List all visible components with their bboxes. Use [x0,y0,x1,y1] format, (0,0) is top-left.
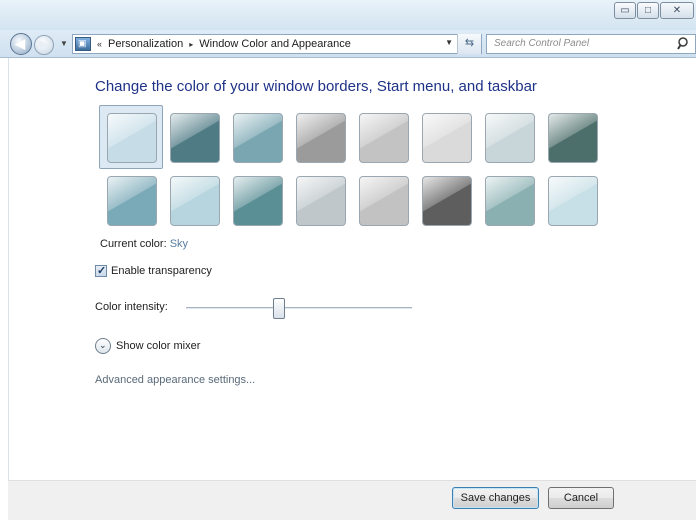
current-color-label: Current color: [100,238,167,250]
color-swatch[interactable] [107,113,157,163]
breadcrumb-overflow-icon[interactable]: « [97,39,102,49]
page-title: Change the color of your window borders,… [95,78,537,95]
color-intensity-label: Color intensity: [95,301,168,313]
color-swatch[interactable] [233,113,283,163]
color-intensity-slider-thumb[interactable] [272,298,285,319]
color-swatch[interactable] [170,176,220,226]
minimize-button[interactable]: ▭ [614,2,636,19]
color-swatch[interactable] [296,113,346,163]
forward-arrow-icon: ▶ [39,37,49,51]
maximize-icon: □ [644,4,652,16]
color-swatch[interactable] [485,176,535,226]
search-placeholder: Search Control Panel [494,38,590,49]
recent-pages-dropdown-icon[interactable]: ▼ [60,39,68,48]
color-swatch[interactable] [359,113,409,163]
back-arrow-icon: ◀ [15,36,25,51]
navigation-bar: ◀ ▶ ▼ ▣ « Personalization ▸ Window Color… [0,30,696,58]
minimize-icon: ▭ [620,4,630,16]
color-swatch[interactable] [170,113,220,163]
caption-buttons: ▭ □ ✕ [613,2,694,19]
show-color-mixer-label[interactable]: Show color mixer [116,340,200,352]
checkmark-icon: ✓ [97,265,107,277]
advanced-appearance-link[interactable]: Advanced appearance settings... [95,374,255,386]
left-edge [0,58,8,520]
search-input[interactable]: Search Control Panel [486,34,696,54]
breadcrumb-separator-icon[interactable]: ▸ [189,40,193,49]
current-color: Current color: Sky [100,238,188,250]
color-swatch[interactable] [359,176,409,226]
color-swatch[interactable] [422,113,472,163]
close-icon: ✕ [672,4,682,16]
current-color-value: Sky [169,238,189,250]
refresh-icon: ⇆ [464,37,475,49]
color-swatch[interactable] [107,176,157,226]
color-intensity-slider-track[interactable] [186,307,412,310]
color-swatch[interactable] [233,176,283,226]
breadcrumb-personalization[interactable]: Personalization [108,38,183,50]
enable-transparency-option[interactable]: ✓ Enable transparency [95,265,212,277]
show-color-mixer[interactable]: ⌄ Show color mixer [95,338,200,354]
color-swatch[interactable] [548,176,598,226]
back-button[interactable]: ◀ [10,33,32,55]
title-bar: ▭ □ ✕ [0,0,696,30]
refresh-button[interactable]: ⇆ [457,34,481,54]
forward-button[interactable]: ▶ [34,35,54,55]
enable-transparency-checkbox[interactable]: ✓ [95,265,107,277]
enable-transparency-label[interactable]: Enable transparency [111,265,212,277]
control-panel-icon: ▣ [75,37,91,51]
close-button[interactable]: ✕ [660,2,694,19]
address-bar[interactable]: ▣ « Personalization ▸ Window Color and A… [72,34,482,54]
cancel-button[interactable]: Cancel [548,487,614,509]
maximize-button[interactable]: □ [637,2,659,19]
color-swatch[interactable] [422,176,472,226]
search-icon[interactable] [677,36,691,52]
address-dropdown-icon[interactable]: ▼ [445,38,453,47]
chevron-down-icon[interactable]: ⌄ [95,338,111,354]
color-swatch[interactable] [485,113,535,163]
color-swatch[interactable] [296,176,346,226]
save-changes-button[interactable]: Save changes [452,487,539,509]
color-swatch[interactable] [548,113,598,163]
breadcrumb-window-color[interactable]: Window Color and Appearance [199,38,351,50]
